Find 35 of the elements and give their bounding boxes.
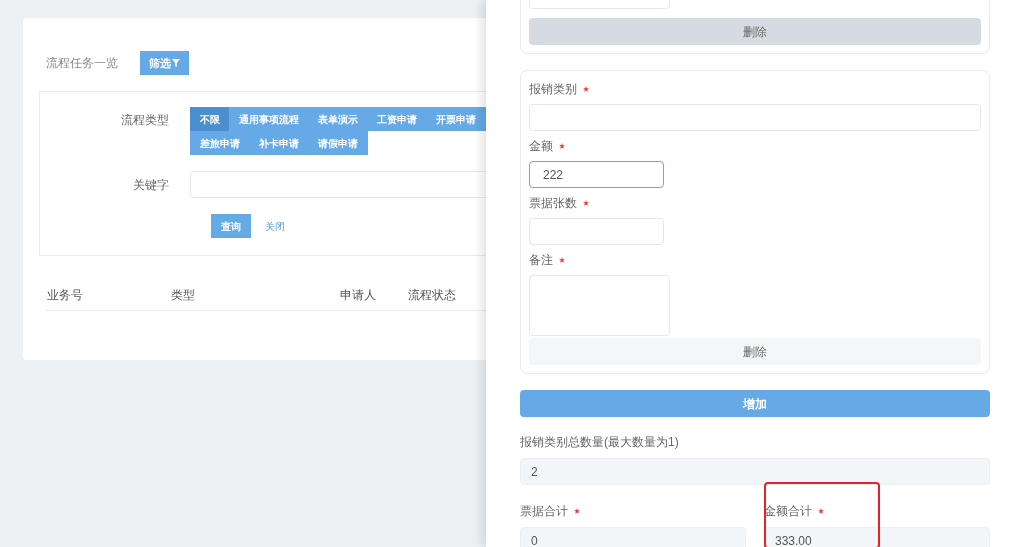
- close-link[interactable]: 关闭: [265, 218, 285, 234]
- column-header: 类型: [171, 288, 195, 302]
- option-tab[interactable]: 补卡申请: [249, 131, 309, 155]
- filter-icon: [172, 59, 180, 67]
- readonly-field: 2: [520, 458, 990, 485]
- option-tab[interactable]: 表单演示: [308, 107, 368, 131]
- column-header: 业务号: [47, 288, 83, 302]
- field-label: 金额: [529, 138, 553, 155]
- option-tab[interactable]: 开票申请: [426, 107, 486, 131]
- query-button[interactable]: 查询: [211, 214, 251, 238]
- field-label: 流程类型: [120, 112, 170, 129]
- select-field[interactable]: [529, 104, 981, 131]
- field-label: 关键字: [132, 176, 170, 194]
- field-label: 票据张数: [529, 195, 577, 212]
- option-tab[interactable]: 不限: [190, 107, 230, 131]
- field-label: 备注: [529, 252, 553, 269]
- input-field[interactable]: 222: [529, 161, 664, 188]
- delete-button[interactable]: 删除: [529, 338, 981, 365]
- field-label: 报销类别总数量(最大数量为1): [520, 434, 680, 451]
- field-label: 票据合计: [520, 503, 568, 520]
- filter-button[interactable]: 筛选: [140, 51, 189, 75]
- page-title: 流程任务一览: [46, 55, 118, 72]
- field-label: 报销类别: [529, 81, 577, 98]
- column-header: 申请人: [340, 288, 376, 302]
- readonly-field: 333.00: [764, 527, 990, 547]
- option-tab[interactable]: 工资申请: [367, 107, 427, 131]
- column-header: 流程状态: [408, 288, 456, 302]
- readonly-field: 0: [520, 527, 746, 547]
- input-field[interactable]: [529, 218, 664, 245]
- option-tab[interactable]: 请假申请: [308, 131, 368, 155]
- add-button[interactable]: 增加: [520, 390, 990, 417]
- textarea-field[interactable]: [529, 275, 670, 336]
- option-tab[interactable]: 差旅申请: [190, 131, 250, 155]
- option-tab[interactable]: 通用事项流程: [229, 107, 309, 131]
- delete-button[interactable]: 删除: [529, 18, 981, 45]
